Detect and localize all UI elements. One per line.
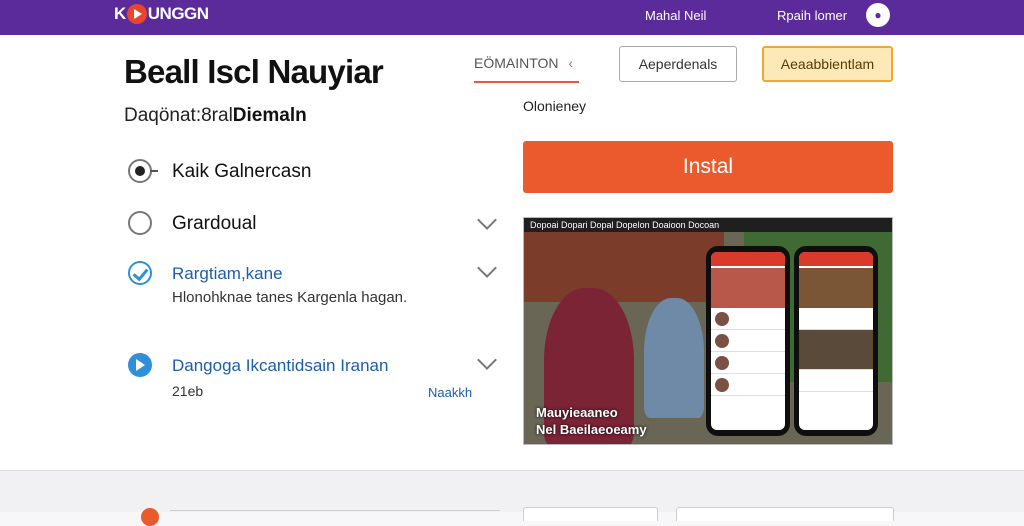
option-meta: 21eb: [172, 383, 204, 399]
preview-roof: [524, 232, 724, 302]
phone-avatar-icon: [715, 333, 729, 348]
brand-logo[interactable]: K UNGGN: [114, 3, 209, 25]
option-label: Rargtiam,kane: [172, 264, 283, 283]
option-label: Dangoga Ikcantidsain Iranan: [172, 356, 389, 375]
phone-avatar-icon: [715, 355, 729, 370]
logo-suffix: UNGGN: [147, 4, 209, 23]
footer-tab[interactable]: [523, 507, 658, 521]
phone-mockup: [794, 246, 878, 436]
play-circle-icon[interactable]: [128, 353, 152, 377]
phone-header: [711, 252, 785, 266]
edition-chevron-icon: ‹: [568, 55, 574, 71]
footer-divider: [170, 510, 500, 511]
main-content: Beall Iscl Nauyiar Daqönat:8ralDiemaln E…: [0, 35, 1024, 470]
top-navigation-bar: K UNGGN Mahal Neil Rpaih lomer ●: [0, 0, 1024, 35]
account-link[interactable]: Rpaih lomer: [777, 8, 847, 23]
secondary-button[interactable]: Aeperdenals: [619, 46, 737, 82]
edition-tab[interactable]: EÖMAINTON ‹: [474, 53, 579, 83]
app-preview-image: Dopoai Dopari Dopal Dopelon Doaioon Doco…: [523, 217, 893, 445]
phone-row: [711, 352, 785, 374]
option-description: Hlonohknae tanes Kargenla hagan.: [172, 289, 408, 306]
top-menu-link[interactable]: Mahal Neil: [645, 8, 706, 23]
preview-caption: Mauyieaaneo Nel Baeilaeoeamy: [536, 404, 647, 438]
chevron-down-icon[interactable]: [477, 350, 497, 370]
option-label: Kaik Galnercasn: [172, 161, 312, 182]
subtitle-prefix: Daqönat:8ral: [124, 105, 233, 126]
phone-header: [799, 252, 873, 266]
radio-empty-icon[interactable]: [128, 211, 152, 235]
phone-avatar-icon: [715, 311, 729, 326]
footer-indicator-icon: [141, 508, 159, 526]
footer-tab[interactable]: [676, 507, 894, 521]
chevron-down-icon[interactable]: [477, 210, 497, 230]
radio-selected-icon[interactable]: [128, 159, 152, 183]
phone-screen: [799, 252, 873, 430]
phone-image: [711, 268, 785, 308]
highlight-button[interactable]: Aeaabbientlam: [762, 46, 893, 82]
phone-image: [799, 268, 873, 308]
phone-screen: [711, 252, 785, 430]
check-circle-icon[interactable]: [128, 261, 152, 285]
preview-top-bar: Dopoai Dopari Dopal Dopelon Doaioon Doco…: [524, 218, 892, 232]
phone-row: [799, 308, 873, 330]
phone-row: [711, 374, 785, 396]
footer-strip: [0, 470, 1024, 526]
chevron-down-icon[interactable]: [477, 258, 497, 278]
phone-row: [711, 330, 785, 352]
radio-connector: [150, 170, 158, 172]
logo-prefix: K: [114, 4, 126, 23]
phone-gallery: [799, 330, 873, 370]
category-label: Olonieney: [523, 98, 587, 114]
phone-mockup: [706, 246, 790, 436]
page-subtitle: Daqönat:8ralDiemaln: [124, 105, 307, 127]
user-avatar-icon[interactable]: ●: [866, 3, 890, 27]
play-logo-icon: [126, 4, 147, 24]
subtitle-bold: Diemaln: [232, 105, 307, 126]
phone-row: [711, 308, 785, 330]
install-button[interactable]: Instal: [523, 141, 893, 193]
more-link[interactable]: Naakkh: [428, 385, 472, 400]
edition-tab-label: EÖMAINTON: [474, 55, 559, 71]
option-label: Grardoual: [172, 213, 257, 234]
caption-line: Nel Baeilaeoeamy: [536, 422, 647, 437]
phone-avatar-icon: [715, 377, 729, 392]
preview-person: [644, 298, 704, 418]
phone-row: [799, 370, 873, 392]
caption-line: Mauyieaaneo: [536, 405, 618, 420]
page-title: Beall Iscl Nauyiar: [124, 53, 384, 90]
